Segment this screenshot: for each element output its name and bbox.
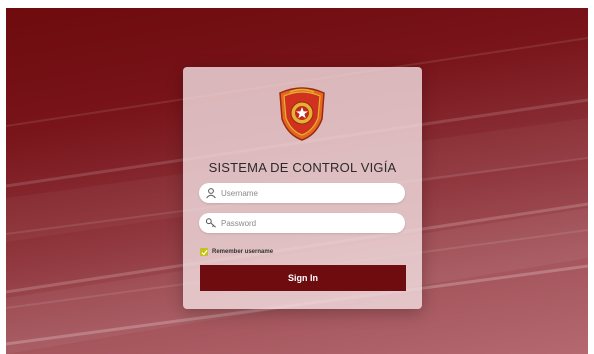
sign-in-button[interactable]: Sign In (200, 265, 406, 291)
remember-checkbox[interactable] (200, 248, 208, 256)
police-shield-emblem-icon (279, 87, 325, 141)
username-input[interactable] (221, 183, 399, 203)
checkmark-icon (200, 249, 208, 255)
key-icon (205, 218, 216, 228)
password-field[interactable] (199, 213, 405, 233)
login-screen: SISTEMA DE CONTROL VIGÍA Remember us (0, 0, 594, 354)
username-field[interactable] (199, 183, 405, 203)
password-input[interactable] (221, 213, 399, 233)
user-icon (206, 188, 216, 199)
remember-label: Remember username (212, 249, 274, 255)
login-card: SISTEMA DE CONTROL VIGÍA Remember us (183, 67, 422, 309)
remember-username[interactable]: Remember username (200, 247, 273, 257)
page-title: SISTEMA DE CONTROL VIGÍA (208, 160, 397, 175)
